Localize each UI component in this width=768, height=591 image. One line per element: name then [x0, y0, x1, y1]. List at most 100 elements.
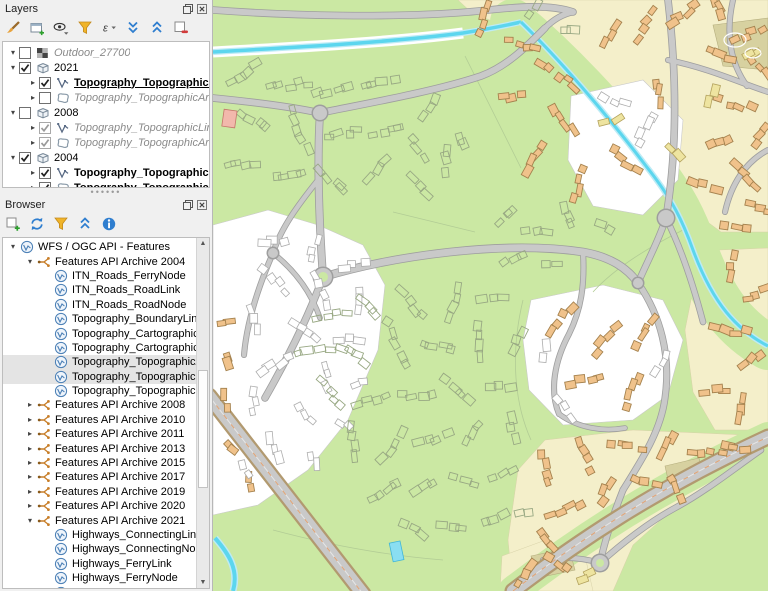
browser-item[interactable]: Highways_FerryNode: [3, 571, 196, 585]
expand-arrow-icon[interactable]: ▸: [24, 501, 36, 511]
layer-item[interactable]: ▸Topography_TopographicArea: [3, 135, 209, 150]
browser-item[interactable]: Highways_PathLink: [3, 585, 196, 589]
layer-checkbox[interactable]: [19, 152, 31, 164]
browser-item[interactable]: Highways_FerryLink: [3, 557, 196, 571]
collapse-arrow-icon[interactable]: ▾: [7, 63, 19, 73]
manage-map-themes-icon[interactable]: [52, 20, 69, 37]
scroll-up-icon[interactable]: ▲: [197, 238, 209, 249]
browser-item[interactable]: ITN_Roads_RoadNode: [3, 298, 196, 312]
wfs-icon: [53, 312, 68, 326]
expand-arrow-icon[interactable]: ▸: [24, 400, 36, 410]
collapse-all-icon[interactable]: [76, 216, 93, 233]
expand-arrow-icon[interactable]: ▸: [27, 123, 39, 133]
layer-item[interactable]: ▸Topography_TopographicLine: [3, 75, 209, 90]
browser-item[interactable]: ▸Features API Archive 2015: [3, 456, 196, 470]
layer-checkbox[interactable]: [19, 62, 31, 74]
browser-item[interactable]: ▸Features API Archive 2011: [3, 427, 196, 441]
expand-arrow-icon[interactable]: ▸: [24, 458, 36, 468]
add-group-icon[interactable]: [28, 20, 45, 37]
layer-item[interactable]: ▸ Topography_TopographicArea: [3, 180, 209, 188]
group-icon: [35, 151, 50, 165]
layer-label: Topography_TopographicArea: [74, 182, 209, 189]
wfs-icon: [53, 327, 68, 341]
browser-item[interactable]: Topography_TopographicPoint: [3, 384, 196, 398]
expand-arrow-icon[interactable]: ▸: [27, 168, 39, 178]
browser-item[interactable]: Topography_TopographicArea: [3, 355, 196, 369]
layer-checkbox[interactable]: [19, 47, 31, 59]
browser-item[interactable]: ITN_Roads_RoadLink: [3, 283, 196, 297]
expand-arrow-icon[interactable]: ▸: [27, 138, 39, 148]
layer-item[interactable]: ▸Topography_TopographicLine: [3, 120, 209, 135]
browser-label: Features API Archive 2004: [55, 256, 185, 268]
browser-item[interactable]: ▸ Features API Archive 2019: [3, 485, 196, 499]
layer-item[interactable]: ▸Topography_TopographicArea: [3, 90, 209, 105]
browser-scrollbar[interactable]: ▲ ▼: [196, 238, 209, 588]
filter-browser-icon[interactable]: [52, 216, 69, 233]
open-layer-styling-icon[interactable]: [4, 20, 21, 37]
browser-item[interactable]: ▸Features API Archive 2017: [3, 470, 196, 484]
layer-checkbox[interactable]: [39, 77, 51, 89]
expand-arrow-icon[interactable]: ▸: [27, 78, 39, 88]
browser-item[interactable]: Highways_ConnectingNode: [3, 542, 196, 556]
layer-item[interactable]: ▾2008: [3, 105, 209, 120]
layer-checkbox[interactable]: [19, 107, 31, 119]
layer-item[interactable]: ▾2021: [3, 60, 209, 75]
wfs-icon: [53, 269, 68, 283]
browser-item[interactable]: ▾WFS / OGC API - Features: [3, 240, 196, 254]
filter-legend-icon[interactable]: [76, 20, 93, 37]
layer-item[interactable]: ▾ Outdoor_27700: [3, 45, 209, 60]
browser-item[interactable]: Topography_BoundaryLine: [3, 312, 196, 326]
layer-label: Outdoor_27700: [54, 47, 130, 59]
remove-layer-icon[interactable]: [172, 20, 189, 37]
layer-checkbox[interactable]: [39, 182, 51, 189]
varea-icon: [55, 136, 70, 150]
properties-icon[interactable]: [100, 216, 117, 233]
float-panel-icon[interactable]: [182, 4, 194, 15]
browser-item[interactable]: Topography_CartographicText: [3, 341, 196, 355]
browser-item[interactable]: Topography_CartographicSymbol: [3, 326, 196, 340]
close-panel-icon[interactable]: [196, 200, 208, 211]
expand-arrow-icon[interactable]: ▸: [24, 472, 36, 482]
browser-item[interactable]: Topography_TopographicLine: [3, 370, 196, 384]
collapse-arrow-icon[interactable]: ▾: [24, 257, 36, 267]
expand-arrow-icon[interactable]: ▸: [27, 183, 39, 189]
expand-arrow-icon[interactable]: ▸: [24, 444, 36, 454]
float-panel-icon[interactable]: [182, 200, 194, 211]
collapse-arrow-icon[interactable]: ▾: [24, 516, 36, 526]
scroll-down-icon[interactable]: ▼: [197, 577, 209, 588]
layer-checkbox[interactable]: [39, 122, 51, 134]
layer-item[interactable]: ▾2004: [3, 150, 209, 165]
expand-arrow-icon[interactable]: ▸: [27, 93, 39, 103]
add-selected-layers-icon[interactable]: [4, 216, 21, 233]
browser-item[interactable]: ▾ Features API Archive 2004: [3, 254, 196, 268]
close-panel-icon[interactable]: [196, 4, 208, 15]
filter-legend-expression-icon[interactable]: ε: [100, 20, 117, 37]
layer-checkbox[interactable]: [39, 167, 51, 179]
expand-all-icon[interactable]: [124, 20, 141, 37]
map-canvas[interactable]: [213, 0, 768, 591]
expand-arrow-icon[interactable]: ▸: [24, 429, 36, 439]
expand-arrow-icon[interactable]: ▸: [24, 487, 36, 497]
browser-item[interactable]: ▾Features API Archive 2021: [3, 513, 196, 527]
collapse-arrow-icon[interactable]: ▾: [7, 48, 19, 58]
scrollbar-track[interactable]: [197, 249, 209, 577]
browser-item[interactable]: ▸Features API Archive 2010: [3, 413, 196, 427]
expand-arrow-icon[interactable]: ▸: [24, 415, 36, 425]
layer-checkbox[interactable]: [39, 92, 51, 104]
browser-label: Features API Archive 2019: [55, 486, 185, 498]
browser-item[interactable]: ▸Features API Archive 2020: [3, 499, 196, 513]
collapse-arrow-icon[interactable]: ▾: [7, 242, 19, 252]
browser-item[interactable]: Highways_ConnectingLink: [3, 528, 196, 542]
layer-item[interactable]: ▸Topography_TopographicLine: [3, 165, 209, 180]
layer-checkbox[interactable]: [39, 137, 51, 149]
scrollbar-thumb[interactable]: [198, 370, 208, 488]
browser-item[interactable]: ITN_Roads_FerryNode: [3, 269, 196, 283]
vline-icon: [55, 76, 70, 90]
collapse-all-icon[interactable]: [148, 20, 165, 37]
browser-item[interactable]: ▸Features API Archive 2013: [3, 441, 196, 455]
collapse-arrow-icon[interactable]: ▾: [7, 153, 19, 163]
collapse-arrow-icon[interactable]: ▾: [7, 108, 19, 118]
refresh-icon[interactable]: [28, 216, 45, 233]
connection-icon: [36, 442, 51, 456]
browser-item[interactable]: ▸Features API Archive 2008: [3, 398, 196, 412]
